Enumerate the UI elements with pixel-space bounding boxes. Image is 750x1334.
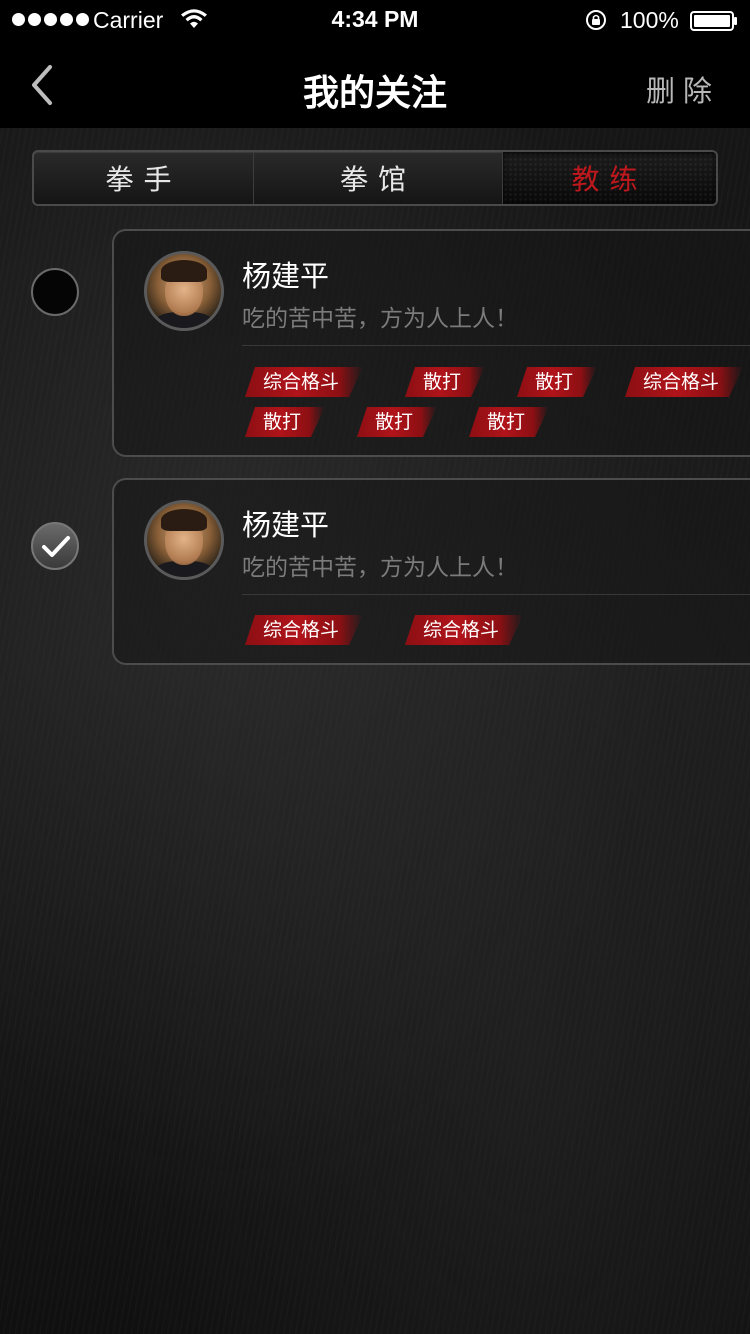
page-title: 我的关注 xyxy=(302,73,447,114)
select-checkbox[interactable] xyxy=(31,522,79,570)
coach-motto: 吃的苦中苦，方为人上人！ xyxy=(242,555,518,581)
avatar xyxy=(144,251,224,331)
battery-icon xyxy=(690,11,737,31)
tab-coaches[interactable]: 教练 xyxy=(503,152,716,204)
coach-name: 杨建平 xyxy=(242,508,330,542)
style-tag: 散打 xyxy=(469,407,549,437)
coach-name: 杨建平 xyxy=(242,259,330,293)
select-checkbox[interactable] xyxy=(31,268,79,316)
battery-percent: 100% xyxy=(620,7,679,33)
divider xyxy=(242,594,750,595)
coach-card[interactable]: 杨建平 吃的苦中苦，方为人上人！ 综合格斗 散打 散打 综合格斗 散打 散打 散… xyxy=(112,229,750,457)
style-tag: 散打 xyxy=(517,367,597,397)
style-tag: 散打 xyxy=(245,407,325,437)
coach-motto: 吃的苦中苦，方为人上人！ xyxy=(242,306,518,332)
divider xyxy=(242,345,750,346)
style-tag: 综合格斗 xyxy=(245,615,363,645)
nav-bar: 我的关注 删除 xyxy=(0,40,750,128)
coach-card[interactable]: 杨建平 吃的苦中苦，方为人上人！ 综合格斗 综合格斗 xyxy=(112,478,750,665)
orientation-lock-icon xyxy=(586,10,606,30)
checkmark-icon xyxy=(42,536,70,557)
style-tag: 综合格斗 xyxy=(625,367,743,397)
style-tag: 散打 xyxy=(357,407,437,437)
tab-boxers[interactable]: 拳手 xyxy=(34,152,254,204)
style-tag: 综合格斗 xyxy=(245,367,363,397)
status-bar: Carrier 4:34 PM 100% xyxy=(0,0,750,40)
style-tag: 综合格斗 xyxy=(405,615,523,645)
delete-button[interactable]: 删除 xyxy=(646,68,720,110)
tab-gyms[interactable]: 拳馆 xyxy=(254,152,503,204)
avatar xyxy=(144,500,224,580)
tab-bar: 拳手 拳馆 教练 xyxy=(32,150,718,206)
style-tag: 散打 xyxy=(405,367,485,397)
